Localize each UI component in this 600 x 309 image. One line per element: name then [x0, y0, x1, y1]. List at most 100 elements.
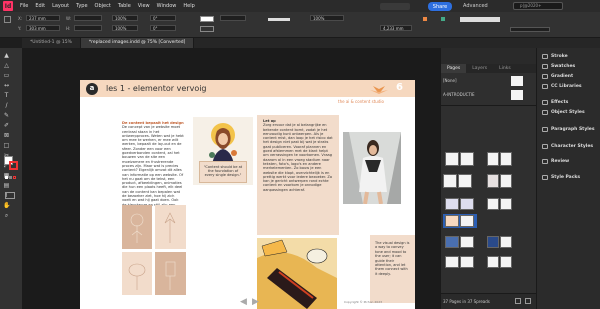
apply-color-icon[interactable]	[5, 176, 8, 179]
screen-mode-icon[interactable]	[5, 192, 15, 199]
apply-none-icon[interactable]	[13, 176, 16, 179]
stroke-weight-field[interactable]	[220, 15, 246, 21]
page-thumb[interactable]	[487, 198, 499, 210]
style-swatch[interactable]	[460, 17, 500, 22]
dock-character-styles[interactable]: Character Styles	[542, 144, 593, 149]
delete-page-icon[interactable]	[525, 298, 531, 304]
comic-image[interactable]	[257, 238, 337, 309]
dock-paragraph-styles[interactable]: Paragraph Styles	[542, 127, 595, 132]
master-a-thumb[interactable]	[511, 90, 523, 100]
rotate-field[interactable]: 0°	[150, 15, 176, 21]
menu-help[interactable]: Help	[183, 3, 194, 9]
menu-type[interactable]: Type	[76, 3, 87, 9]
dock-style-packs[interactable]: Style Packs	[542, 175, 580, 180]
page-thumb[interactable]	[500, 256, 512, 268]
selection-tool-icon[interactable]: ▲	[3, 52, 10, 59]
next-spread-icon[interactable]: ▶	[252, 298, 259, 307]
rectangle-frame-tool-icon[interactable]: ⊠	[3, 132, 10, 139]
tab-replaced-images[interactable]: *replaced images.indd @ 75% [Converted]	[80, 38, 195, 48]
new-page-icon[interactable]	[515, 298, 521, 304]
fitting-icon[interactable]	[422, 16, 428, 22]
menu-table[interactable]: Table	[118, 3, 131, 9]
scale-y-field[interactable]: 100%	[112, 25, 138, 31]
page-thumb[interactable]	[458, 174, 472, 188]
dock-review[interactable]: Review	[542, 159, 569, 164]
spacing-field[interactable]: 4,233 mm	[380, 25, 412, 31]
master-a[interactable]: A-INTRODUCTIE	[443, 92, 475, 97]
pencil-tool-icon[interactable]: ✐	[3, 122, 10, 129]
botanical-grid[interactable]	[122, 205, 186, 295]
page-thumb[interactable]	[445, 256, 459, 268]
quote-box[interactable]: "Content should be at the foundation of …	[199, 161, 247, 183]
page-thumb-selected[interactable]	[460, 215, 474, 227]
previous-spread-icon[interactable]: ◀	[240, 298, 247, 307]
none-master[interactable]: [None]	[443, 78, 457, 83]
page-thumb[interactable]	[500, 174, 512, 188]
page-thumb[interactable]	[445, 198, 459, 210]
page-thumb-selected[interactable]	[445, 215, 459, 227]
search-input[interactable]: p|@2020+	[513, 2, 563, 10]
gap-tool-icon[interactable]: ↔	[3, 82, 10, 89]
y-field[interactable]: 303 mm	[26, 25, 60, 31]
fashion-photo[interactable]	[343, 132, 401, 204]
page-title[interactable]: les 1 - elementor vervoig	[106, 84, 207, 93]
stroke-swatch[interactable]	[200, 26, 214, 32]
frame-fit-icon[interactable]	[440, 16, 446, 22]
line-tool-icon[interactable]: /	[3, 102, 10, 109]
note-tool-icon[interactable]: ▤	[3, 182, 10, 189]
dock-swatches[interactable]: Swatches	[542, 64, 575, 69]
dock-cc-libraries[interactable]: CC Libraries	[542, 84, 582, 89]
intro-text-frame[interactable]: De content bepaalt het design De concept…	[122, 121, 184, 207]
rectangle-tool-icon[interactable]: □	[3, 142, 10, 149]
let-op-frame[interactable]: Let op Zorg ervoor dat je al belangrijke…	[257, 115, 339, 235]
tab-untitled[interactable]: *Untitled-1 @ 15%	[22, 38, 81, 48]
menu-object[interactable]: Object	[95, 3, 111, 9]
x-field[interactable]: 237 mm	[26, 15, 60, 21]
page-thumb[interactable]	[443, 174, 457, 188]
shear-field[interactable]: 0°	[150, 25, 176, 31]
direct-selection-tool-icon[interactable]: △	[3, 62, 10, 69]
hand-tool-icon[interactable]: ✋	[3, 202, 10, 209]
page-thumb[interactable]	[487, 236, 499, 248]
stroke-type-icon[interactable]	[268, 18, 290, 21]
workspace-select[interactable]: Advanced	[463, 3, 488, 9]
share-button[interactable]: Share	[428, 2, 452, 11]
stroke-color-icon[interactable]	[9, 161, 18, 170]
menu-layout[interactable]: Layout	[52, 3, 69, 9]
page-thumb[interactable]	[460, 152, 474, 166]
width-field[interactable]	[74, 15, 102, 21]
opacity-field[interactable]: 100%	[310, 15, 344, 21]
menu-window[interactable]: Window	[157, 3, 177, 9]
menu-view[interactable]: View	[138, 3, 150, 9]
dock-effects[interactable]: Effects	[542, 100, 568, 105]
page-thumb[interactable]	[500, 198, 512, 210]
pen-tool-icon[interactable]: ✎	[3, 112, 10, 119]
callout-box[interactable]: The visual design is a way to convey ton…	[370, 235, 415, 303]
scale-x-field[interactable]: 100%	[112, 15, 138, 21]
apply-gradient-icon[interactable]	[9, 176, 12, 179]
page-tool-icon[interactable]: ▭	[3, 72, 10, 79]
page-thumb[interactable]	[500, 236, 512, 248]
dock-stroke[interactable]: Stroke	[542, 54, 568, 59]
page-thumb[interactable]	[460, 256, 474, 268]
page-thumb[interactable]	[460, 198, 474, 210]
dock-object-styles[interactable]: Object Styles	[542, 110, 585, 115]
object-style-select[interactable]	[510, 27, 550, 32]
page-thumb[interactable]	[487, 174, 499, 188]
page-thumb[interactable]	[500, 152, 512, 166]
tab-pages[interactable]: Pages	[441, 64, 467, 73]
menu-file[interactable]: File	[20, 3, 28, 9]
none-master-thumb[interactable]	[511, 76, 523, 86]
tab-layers[interactable]: Layers	[466, 64, 493, 73]
page-thumb[interactable]	[445, 236, 459, 248]
zoom-tool-icon[interactable]: ⌕	[3, 212, 10, 219]
page-thumb[interactable]	[445, 152, 459, 166]
page-thumb[interactable]	[460, 236, 474, 248]
menu-edit[interactable]: Edit	[35, 3, 45, 9]
type-tool-icon[interactable]: T	[3, 92, 10, 99]
fill-swatch[interactable]	[200, 16, 214, 22]
reference-point-icon[interactable]	[4, 16, 11, 23]
illustration-frame[interactable]: "Content should be at the foundation of …	[193, 117, 253, 185]
page-thumb[interactable]	[487, 256, 499, 268]
dock-gradient[interactable]: Gradient	[542, 74, 573, 79]
